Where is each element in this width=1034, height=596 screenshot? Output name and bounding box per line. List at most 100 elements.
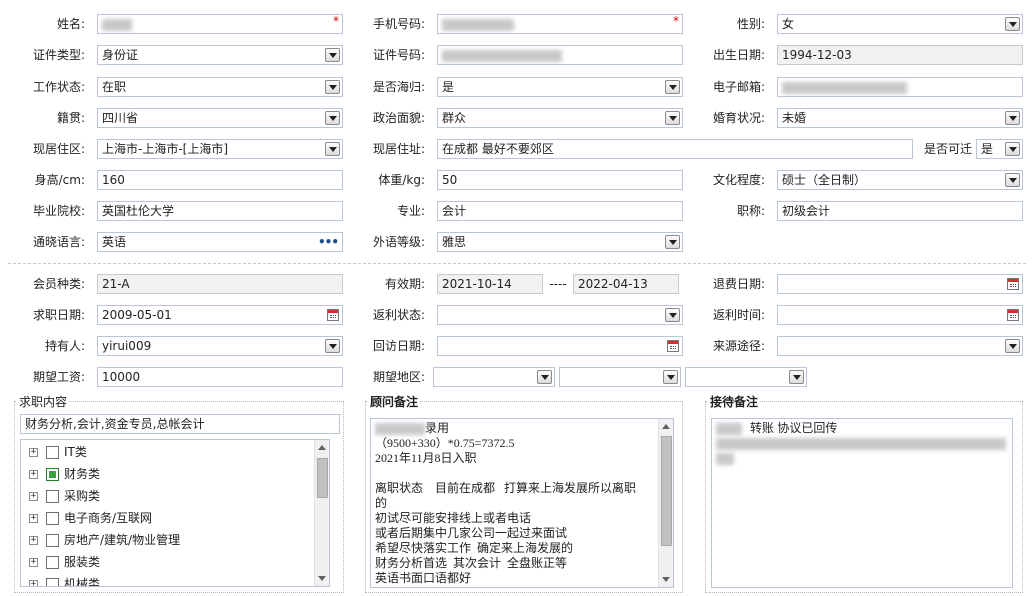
marital-select[interactable]: 未婚 [777,108,1023,128]
expand-plus-icon[interactable]: + [29,536,38,545]
expand-plus-icon[interactable]: + [29,558,38,567]
checkbox[interactable] [46,556,59,569]
major-field[interactable]: 会计 [437,201,683,221]
checkbox[interactable] [46,534,59,547]
more-icon[interactable]: ••• [318,233,339,251]
scroll-up-icon[interactable] [318,445,326,450]
advisor-notes-textarea[interactable]: 录用 （9500+330）*0.75=7372.5 2021年11月8日入职 离… [370,418,674,588]
chevron-down-icon[interactable] [1005,17,1020,31]
valid-from-value: 2021-10-14 [442,277,512,291]
chevron-down-icon[interactable] [325,339,340,353]
expand-plus-icon[interactable]: + [29,448,38,457]
residence-address-field[interactable]: 在成都 最好不要郊区 [437,139,913,159]
checkbox[interactable] [46,578,59,586]
rebate-status-select[interactable] [437,305,683,325]
education-value: 硕士（全日制） [782,173,867,187]
calendar-icon[interactable] [1007,278,1019,290]
tree-item-apparel[interactable]: + 服装类 [29,552,100,572]
checkbox[interactable] [46,512,59,525]
foreign-level-select[interactable]: 雅思 [437,232,683,252]
chevron-down-icon[interactable] [1005,173,1020,187]
scroll-thumb[interactable] [317,458,328,498]
rebate-status-label: 返利状态: [372,308,425,322]
source-select[interactable] [777,336,1023,356]
scroll-down-icon[interactable] [662,577,670,582]
revisit-date-field[interactable] [437,336,683,356]
political-select[interactable]: 群众 [437,108,683,128]
relocate-select[interactable]: 是 [976,139,1023,159]
chevron-down-icon[interactable] [325,142,340,156]
work-status-value: 在职 [102,80,127,94]
job-title-field[interactable]: 初级会计 [777,201,1023,221]
email-field[interactable] [777,77,1023,97]
chevron-down-icon[interactable] [537,370,552,384]
expand-plus-icon[interactable]: + [29,492,38,501]
salary-label: 期望工资: [32,370,85,384]
overseas-label: 是否海归: [372,80,425,94]
chevron-down-icon[interactable] [789,370,804,384]
job-date-field[interactable]: 2009-05-01 [97,305,343,325]
reception-notes-textarea[interactable]: 转账 协议已回传 [711,418,1013,588]
chevron-down-icon[interactable] [665,80,680,94]
tree-item-ecommerce[interactable]: + 电子商务/互联网 [29,508,152,528]
tree-item-realestate[interactable]: + 房地产/建筑/物业管理 [29,530,180,550]
refund-date-field[interactable] [777,274,1023,294]
native-place-label: 籍贯: [56,111,85,125]
calendar-icon[interactable] [327,309,339,321]
language-field[interactable]: 英语 ••• [97,232,343,252]
tree-item-purchasing[interactable]: + 采购类 [29,486,100,506]
chevron-down-icon[interactable] [325,111,340,125]
scroll-up-icon[interactable] [662,424,670,429]
tree-item-machinery[interactable]: + 机械类 [29,574,100,586]
rebate-time-field[interactable] [777,305,1023,325]
chevron-down-icon[interactable] [1005,111,1020,125]
phone-field[interactable]: * [437,14,683,34]
chevron-down-icon[interactable] [1005,339,1020,353]
checkbox[interactable] [46,490,59,503]
scroll-down-icon[interactable] [318,576,326,581]
major-value: 会计 [442,204,467,218]
job-category-tree[interactable]: + IT类 + 财务类 + 采购类 + 电子商务/互联网 + 房地产/建筑/物业管理 + 服… [20,439,330,587]
tree-scrollbar[interactable] [314,440,329,586]
education-select[interactable]: 硕士（全日制） [777,170,1023,190]
job-selected-field[interactable]: 财务分析,会计,资金专员,总帐会计 [20,414,340,434]
chevron-down-icon[interactable] [325,80,340,94]
tree-item-finance[interactable]: + 财务类 [29,464,100,484]
school-field[interactable]: 英国杜伦大学 [97,201,343,221]
weight-field[interactable]: 50 [437,170,683,190]
overseas-value: 是 [442,80,455,94]
expand-plus-icon[interactable]: + [29,580,38,586]
chevron-down-icon[interactable] [665,308,680,322]
scroll-thumb[interactable] [661,436,672,546]
chevron-down-icon[interactable] [665,111,680,125]
chevron-down-icon[interactable] [663,370,678,384]
region-district-select[interactable] [685,367,807,387]
region-province-select[interactable] [433,367,555,387]
checkbox-checked[interactable] [46,468,59,481]
holder-select[interactable]: yirui009 [97,336,343,356]
gender-select[interactable]: 女 [777,14,1023,34]
tree-item-it[interactable]: + IT类 [29,442,87,462]
expand-plus-icon[interactable]: + [29,514,38,523]
advisor-scrollbar[interactable] [658,419,673,587]
name-field[interactable]: * [97,14,343,34]
holder-value: yirui009 [102,339,152,353]
work-status-select[interactable]: 在职 [97,77,343,97]
expand-plus-icon[interactable]: + [29,470,38,479]
revisit-date-label: 回访日期: [372,339,425,353]
native-place-select[interactable]: 四川省 [97,108,343,128]
calendar-icon[interactable] [1007,309,1019,321]
region-city-select[interactable] [559,367,681,387]
id-number-field[interactable] [437,45,683,65]
salary-field[interactable]: 10000 [97,367,343,387]
residence-area-select[interactable]: 上海市-上海市-[上海市] [97,139,343,159]
overseas-select[interactable]: 是 [437,77,683,97]
chevron-down-icon[interactable] [325,48,340,62]
chevron-down-icon[interactable] [1005,142,1020,156]
checkbox[interactable] [46,446,59,459]
calendar-icon[interactable] [667,340,679,352]
email-redacted [782,81,907,94]
id-type-select[interactable]: 身份证 [97,45,343,65]
chevron-down-icon[interactable] [665,235,680,249]
height-field[interactable]: 160 [97,170,343,190]
